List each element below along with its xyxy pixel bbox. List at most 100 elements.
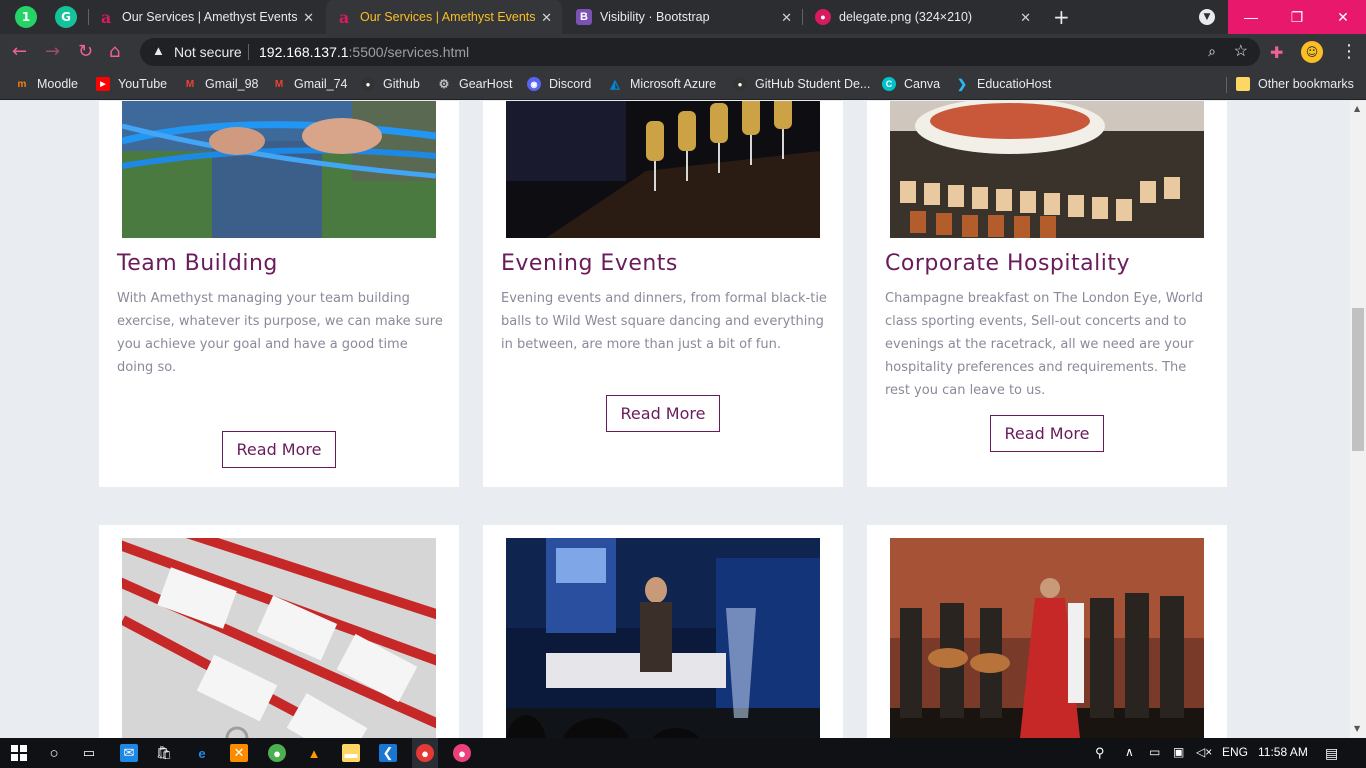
canva-icon: C <box>882 77 896 91</box>
profile-avatar[interactable]: ☺ <box>1301 41 1323 63</box>
bookmark-discord[interactable]: ◉ Discord <box>527 77 591 91</box>
tab-separator <box>802 9 803 25</box>
pinned-tab-grammarly-icon[interactable]: G <box>55 6 77 28</box>
other-bookmarks[interactable]: Other bookmarks <box>1236 77 1354 91</box>
url-path: :5500/services.html <box>348 44 470 60</box>
bookmark-label: Other bookmarks <box>1258 77 1354 91</box>
tab-delegate-image[interactable]: ● delegate.png (324×210) ✕ <box>805 0 1041 34</box>
restore-window-icon[interactable]: ❐ <box>1274 0 1320 34</box>
amethyst-favicon-icon: a <box>338 7 350 27</box>
vlc-icon[interactable]: ▲ <box>305 744 323 762</box>
bookmark-gmail-74[interactable]: M Gmail_74 <box>272 77 348 91</box>
close-tab-icon[interactable]: ✕ <box>541 10 552 26</box>
service-card-team-building: Team Building With Amethyst managing you… <box>99 101 459 487</box>
bookmark-educatiohost[interactable]: ❯ EducatioHost <box>955 77 1051 91</box>
bookmark-moodle[interactable]: m Moodle <box>15 77 78 91</box>
bookmark-github[interactable]: ● Github <box>361 77 420 91</box>
bookmark-canva[interactable]: C Canva <box>882 77 940 91</box>
address-separator <box>248 44 249 60</box>
security-status[interactable]: Not secure <box>174 44 242 60</box>
warning-triangle-icon[interactable]: ▲ <box>152 43 165 58</box>
file-explorer-icon[interactable]: ▬ <box>342 744 360 762</box>
tray-chevron-up-icon[interactable]: ∧ <box>1125 745 1134 759</box>
scroll-down-arrow-icon[interactable]: ▼ <box>1354 724 1360 733</box>
close-tab-icon[interactable]: ✕ <box>1020 10 1031 26</box>
bookmark-label: YouTube <box>118 77 168 91</box>
tab-title: delegate.png (324×210) <box>839 10 973 24</box>
evening-events-photo <box>506 101 820 238</box>
xampp-icon[interactable]: ✕ <box>230 744 248 762</box>
service-card-lanyards <box>99 525 459 738</box>
bookmark-gmail-98[interactable]: M Gmail_98 <box>183 77 259 91</box>
url-host: 192.168.137.1 <box>259 44 349 60</box>
tab-title: Visibility · Bootstrap <box>600 10 710 24</box>
browser-menu-icon[interactable]: ⋮ <box>1340 41 1358 62</box>
globe-favicon-icon: ● <box>815 9 831 25</box>
search-circle-icon[interactable]: ○ <box>45 744 63 762</box>
back-arrow-icon[interactable]: ← <box>12 41 27 62</box>
language-indicator[interactable]: ENG <box>1222 745 1248 759</box>
extensions-puzzle-icon[interactable]: ✚ <box>1270 43 1283 62</box>
service-title: Evening Events <box>501 251 678 276</box>
read-more-button[interactable]: Read More <box>606 395 720 432</box>
bookmark-label: Canva <box>904 77 941 91</box>
bookmark-label: Microsoft Azure <box>630 77 717 91</box>
new-tab-plus-icon[interactable]: + <box>1053 5 1070 29</box>
notifications-icon[interactable]: ▤ <box>1325 745 1338 762</box>
bookmarks-separator <box>1226 77 1227 93</box>
read-more-button[interactable]: Read More <box>222 431 336 468</box>
edge-icon[interactable]: e <box>193 744 211 762</box>
folder-icon <box>1236 77 1250 91</box>
tab-search-chevron-icon[interactable]: ▼ <box>1199 9 1215 25</box>
home-icon[interactable]: ⌂ <box>109 41 120 62</box>
tab-services-2[interactable]: a Our Services | Amethyst Events ✕ <box>326 0 562 34</box>
bookmark-label: Gmail_98 <box>205 77 259 91</box>
service-card-evening-events: Evening Events Evening events and dinner… <box>483 101 843 487</box>
chrome-profile-icon[interactable]: ● <box>453 744 471 762</box>
bookmark-youtube[interactable]: ▶ YouTube <box>96 77 167 91</box>
service-description: With Amethyst managing your team buildin… <box>117 291 443 375</box>
reload-icon[interactable]: ↻ <box>78 41 93 62</box>
people-icon[interactable]: ⚲ <box>1095 745 1105 761</box>
bookmark-label: EducatioHost <box>977 77 1052 91</box>
pinned-tab-whatsapp-icon[interactable]: 1 <box>15 6 37 28</box>
azure-icon: ◭ <box>610 77 620 91</box>
bookmark-azure[interactable]: ◭ Microsoft Azure <box>608 77 716 91</box>
service-card-conference <box>483 525 843 738</box>
bookmark-github-student[interactable]: ● GitHub Student De... <box>733 77 870 91</box>
evening-events-image <box>506 101 820 238</box>
clock[interactable]: 11:58 AM <box>1258 745 1308 759</box>
bookmark-star-icon[interactable]: ☆ <box>1234 41 1248 61</box>
close-window-icon[interactable]: ✕ <box>1320 0 1366 34</box>
windows-taskbar: ○ ▭ ✉ 🛍 e ✕ ● ▲ ▬ ❮ ● ● ⚲ ∧ ▭ ▣ ◁× ENG 1… <box>0 738 1366 768</box>
close-tab-icon[interactable]: ✕ <box>303 10 314 26</box>
bootstrap-favicon-icon: B <box>576 9 592 25</box>
chrome-active-icon[interactable]: ● <box>416 744 434 762</box>
scroll-up-arrow-icon[interactable]: ▲ <box>1354 104 1360 113</box>
scrollbar-thumb[interactable] <box>1352 308 1364 451</box>
minimize-window-icon[interactable]: — <box>1228 0 1274 34</box>
vscode-icon[interactable]: ❮ <box>379 744 397 762</box>
conference-image <box>506 538 820 738</box>
chrome-icon[interactable]: ● <box>268 744 286 762</box>
url-text[interactable]: 192.168.137.1:5500/services.html <box>259 44 469 60</box>
store-icon[interactable]: 🛍 <box>155 744 173 762</box>
address-bar[interactable]: ▲ Not secure 192.168.137.1:5500/services… <box>140 38 1260 66</box>
forward-arrow-icon[interactable]: → <box>45 41 60 62</box>
page-scrollbar[interactable]: ▲ ▼ <box>1350 101 1366 738</box>
windows-start-icon[interactable] <box>10 744 28 762</box>
battery-icon[interactable]: ▭ <box>1149 745 1160 759</box>
corporate-hospitality-photo <box>890 101 1204 238</box>
volume-muted-icon[interactable]: ◁× <box>1196 745 1212 759</box>
bookmark-gearhost[interactable]: ⚙ GearHost <box>437 77 513 91</box>
zoom-magnifier-icon[interactable]: ⌕ <box>1208 43 1216 60</box>
tab-bootstrap[interactable]: B Visibility · Bootstrap ✕ <box>566 0 802 34</box>
read-more-button[interactable]: Read More <box>990 415 1104 452</box>
task-view-icon[interactable]: ▭ <box>80 744 98 762</box>
close-tab-icon[interactable]: ✕ <box>781 10 792 26</box>
entertainment-photo <box>890 538 1204 738</box>
mail-icon[interactable]: ✉ <box>120 744 138 762</box>
tab-services-1[interactable]: a Our Services | Amethyst Events ✕ <box>88 0 324 34</box>
network-icon[interactable]: ▣ <box>1173 745 1184 759</box>
lanyards-image <box>122 538 436 738</box>
